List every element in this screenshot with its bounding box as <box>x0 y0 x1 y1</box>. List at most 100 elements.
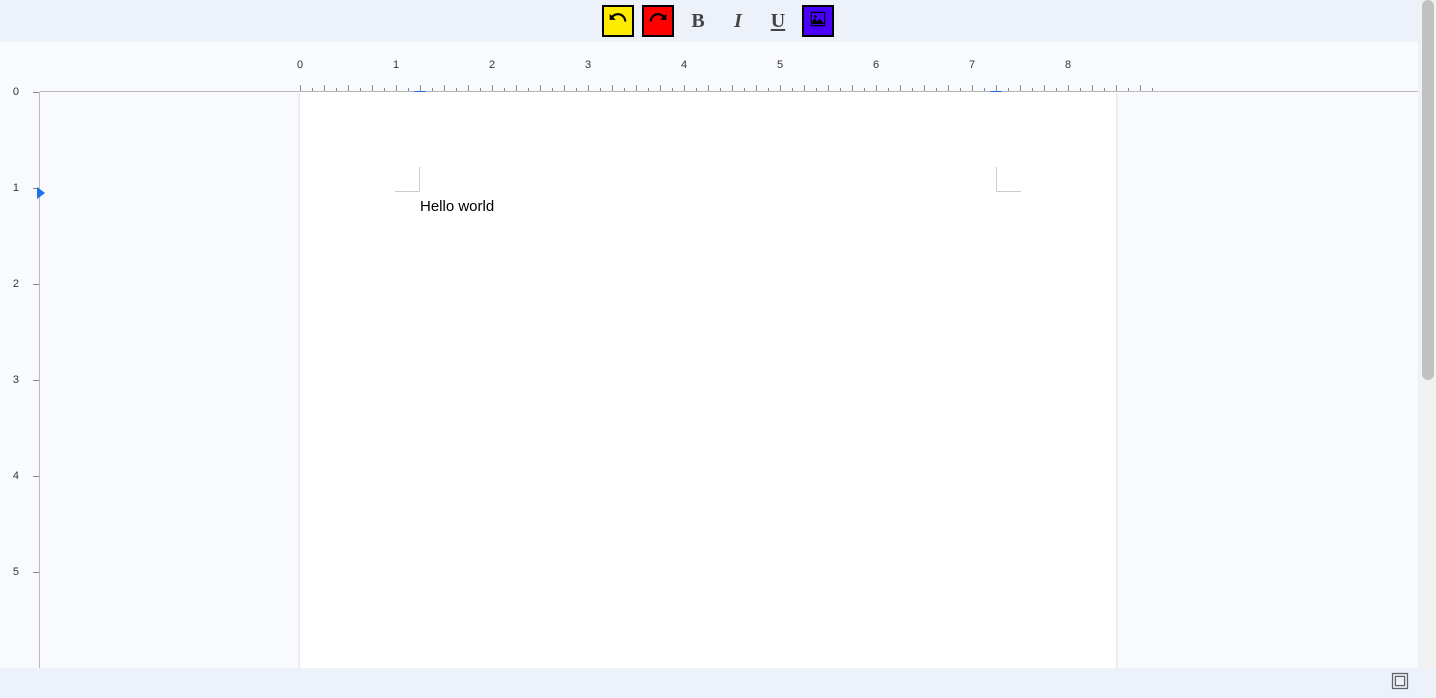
h-ruler-tick-minor <box>1128 88 1129 91</box>
h-ruler-tick <box>300 85 301 91</box>
h-ruler-tick-minor <box>660 85 661 91</box>
h-ruler-tick <box>876 85 877 91</box>
v-ruler-tick <box>33 92 39 93</box>
h-ruler-label: 0 <box>297 59 303 71</box>
h-ruler-label: 4 <box>681 59 687 71</box>
h-ruler-tick-minor <box>540 85 541 91</box>
redo-button[interactable] <box>642 5 674 37</box>
h-ruler-tick-minor <box>948 85 949 91</box>
explore-icon <box>1390 678 1410 695</box>
h-ruler-tick-minor <box>564 85 565 91</box>
h-ruler-tick <box>972 85 973 91</box>
h-ruler-tick-minor <box>1032 88 1033 91</box>
redo-icon <box>648 9 668 34</box>
v-ruler-label: 2 <box>13 278 19 290</box>
h-ruler-tick <box>780 85 781 91</box>
h-ruler-tick-minor <box>732 85 733 91</box>
h-ruler-tick-minor <box>636 85 637 91</box>
v-ruler-label: 0 <box>13 86 19 98</box>
h-ruler-tick-minor <box>1116 85 1117 91</box>
h-ruler-label: 2 <box>489 59 495 71</box>
h-ruler-tick-minor <box>720 88 721 91</box>
underline-label: U <box>771 10 785 33</box>
v-ruler-label: 3 <box>13 374 19 386</box>
h-ruler-tick-minor <box>840 88 841 91</box>
underline-button[interactable]: U <box>762 5 794 37</box>
italic-button[interactable]: I <box>722 5 754 37</box>
h-ruler-tick-minor <box>924 85 925 91</box>
h-ruler-tick-minor <box>672 88 673 91</box>
h-ruler-label: 3 <box>585 59 591 71</box>
h-ruler-tick-minor <box>528 88 529 91</box>
insert-image-button[interactable] <box>802 5 834 37</box>
h-ruler-tick-minor <box>612 85 613 91</box>
h-ruler-tick-minor <box>1104 88 1105 91</box>
h-ruler-tick-minor <box>1056 88 1057 91</box>
explore-button[interactable] <box>1390 671 1410 696</box>
h-ruler-tick-minor <box>816 88 817 91</box>
h-ruler-tick-minor <box>960 88 961 91</box>
v-ruler-tick <box>33 284 39 285</box>
h-ruler-tick-minor <box>852 85 853 91</box>
horizontal-ruler[interactable]: 012345678 <box>40 42 1418 92</box>
h-ruler-tick-minor <box>744 88 745 91</box>
h-ruler-tick-minor <box>1152 88 1153 91</box>
document-content[interactable]: Hello world <box>420 198 494 215</box>
h-ruler-tick-minor <box>360 88 361 91</box>
h-ruler-label: 8 <box>1065 59 1071 71</box>
status-bar <box>0 668 1436 698</box>
v-ruler-tick <box>33 572 39 573</box>
bold-button[interactable]: B <box>682 5 714 37</box>
h-ruler-tick <box>492 85 493 91</box>
h-ruler-tick <box>1068 85 1069 91</box>
undo-button[interactable] <box>602 5 634 37</box>
h-ruler-tick-minor <box>804 85 805 91</box>
undo-icon <box>608 9 628 34</box>
v-ruler-tick <box>33 380 39 381</box>
toolbar: B I U <box>0 0 1436 42</box>
vertical-scrollbar[interactable] <box>1420 0 1436 668</box>
h-ruler-tick-minor <box>900 85 901 91</box>
h-ruler-tick-minor <box>1092 85 1093 91</box>
margin-corner-top-left <box>395 167 420 192</box>
h-ruler-label: 1 <box>393 59 399 71</box>
v-ruler-label: 1 <box>13 182 19 194</box>
v-ruler-tick <box>33 476 39 477</box>
h-ruler-tick-minor <box>1140 85 1141 91</box>
h-ruler-tick-minor <box>444 85 445 91</box>
bold-label: B <box>691 10 704 33</box>
h-ruler-label: 7 <box>969 59 975 71</box>
h-ruler-tick-minor <box>708 85 709 91</box>
h-ruler-tick-minor <box>372 85 373 91</box>
h-ruler-tick-minor <box>576 88 577 91</box>
h-ruler-tick-minor <box>828 85 829 91</box>
v-ruler-label: 5 <box>13 566 19 578</box>
h-ruler-tick-minor <box>756 85 757 91</box>
h-ruler-tick-minor <box>984 88 985 91</box>
h-ruler-tick-minor <box>1020 85 1021 91</box>
h-ruler-tick-minor <box>348 85 349 91</box>
h-ruler-tick-minor <box>480 88 481 91</box>
h-ruler-tick-minor <box>936 88 937 91</box>
h-ruler-tick-minor <box>432 88 433 91</box>
h-ruler-tick-minor <box>336 88 337 91</box>
document-page[interactable]: Hello world <box>300 92 1116 668</box>
h-ruler-tick-minor <box>468 85 469 91</box>
vertical-ruler[interactable]: 012345 <box>0 92 40 668</box>
h-ruler-tick-minor <box>552 88 553 91</box>
h-ruler-tick-minor <box>792 88 793 91</box>
h-ruler-tick-minor <box>408 88 409 91</box>
h-ruler-tick <box>684 85 685 91</box>
vertical-scrollbar-thumb[interactable] <box>1422 0 1434 380</box>
margin-corner-top-right <box>996 167 1021 192</box>
h-ruler-tick-minor <box>312 88 313 91</box>
h-ruler-tick-minor <box>624 88 625 91</box>
h-ruler-tick-minor <box>888 88 889 91</box>
h-ruler-tick-minor <box>864 88 865 91</box>
h-ruler-tick-minor <box>600 88 601 91</box>
h-ruler-tick <box>396 85 397 91</box>
h-ruler-tick-minor <box>648 88 649 91</box>
h-ruler-tick-minor <box>456 88 457 91</box>
page-area: Hello world <box>40 92 1418 668</box>
h-ruler-label: 5 <box>777 59 783 71</box>
